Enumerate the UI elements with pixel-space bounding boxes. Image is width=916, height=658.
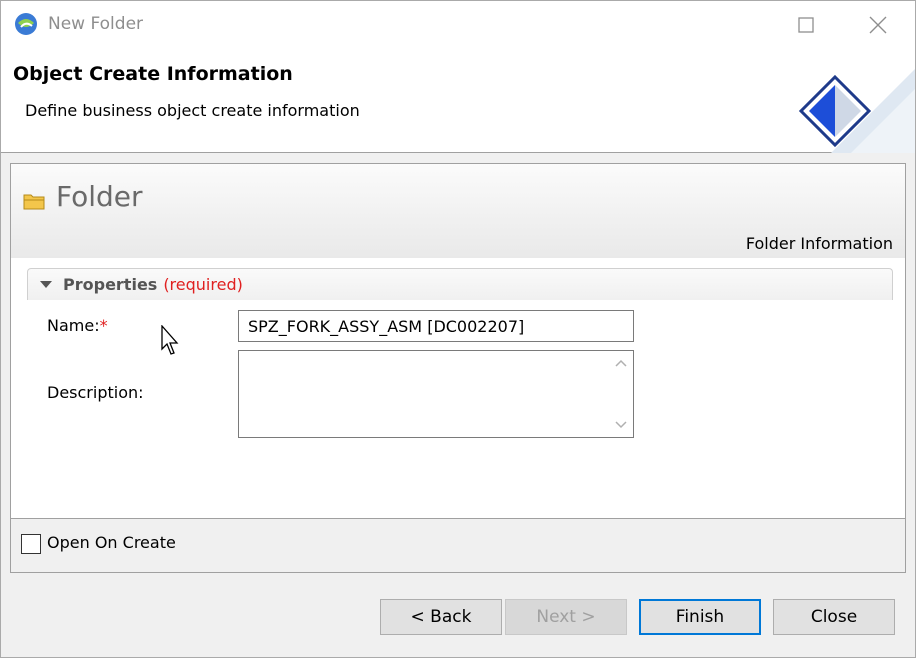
description-textarea[interactable] [238, 350, 634, 438]
chevron-down-icon [40, 281, 52, 288]
properties-label: Properties (required) [63, 275, 243, 294]
required-asterisk: * [99, 316, 108, 335]
finish-button[interactable]: Finish [639, 599, 761, 635]
scroll-down-icon[interactable] [615, 421, 627, 429]
open-on-create-label[interactable]: Open On Create [47, 533, 176, 552]
properties-section-header[interactable]: Properties (required) [27, 268, 893, 300]
window-title: New Folder [48, 14, 144, 34]
next-button[interactable]: Next > [505, 599, 627, 635]
open-on-create-checkbox[interactable] [21, 534, 41, 554]
folder-information-link[interactable]: Folder Information [746, 234, 893, 253]
back-button[interactable]: < Back [380, 599, 502, 635]
form-title: Folder [56, 180, 143, 213]
description-label: Description: [47, 383, 144, 402]
teamcenter-icon [15, 13, 37, 35]
required-note: (required) [163, 275, 243, 294]
name-input[interactable] [238, 310, 634, 342]
maximize-button[interactable] [783, 1, 829, 49]
new-folder-dialog: New Folder Object Create Information Def… [0, 0, 916, 658]
banner-title: Object Create Information [13, 63, 293, 85]
name-label: Name:* [47, 316, 108, 335]
scroll-up-icon[interactable] [615, 359, 627, 367]
folder-icon [23, 194, 45, 210]
wizard-diamond-icon [798, 69, 915, 153]
form-header: Folder Folder Information [11, 164, 905, 258]
mouse-cursor-icon [161, 325, 179, 355]
close-icon [869, 16, 887, 34]
close-button[interactable]: Close [773, 599, 895, 635]
title-bar: New Folder [1, 1, 915, 49]
close-window-button[interactable] [855, 1, 901, 49]
wizard-banner: Object Create Information Define busines… [1, 49, 915, 153]
form-panel: Folder Folder Information Properties (req… [10, 163, 906, 573]
options-strip: Open On Create [11, 518, 905, 572]
maximize-icon [798, 17, 814, 33]
banner-description: Define business object create informatio… [25, 101, 360, 120]
